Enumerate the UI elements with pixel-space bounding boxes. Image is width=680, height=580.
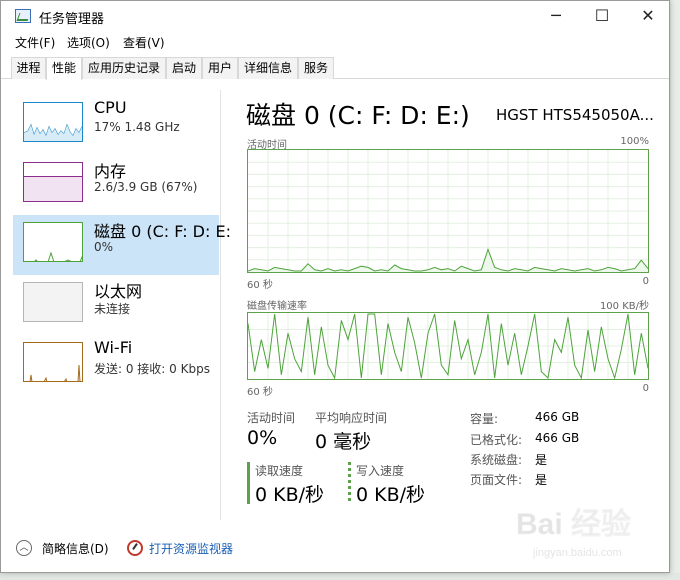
wifi-thumbnail-graph [23,342,83,382]
minimize-button[interactable]: ─ [533,1,579,31]
menu-bar: 文件(F) 选项(O) 查看(V) [1,31,669,53]
read-speed-bar [247,462,250,504]
read-speed-label: 读取速度 [255,464,304,478]
transfer-graph-label: 磁盘传输速率 [247,301,307,312]
performance-panel: CPU 17% 1.48 GHz 内存 2.6/3.9 GB (67%) 磁盘 … [1,80,669,528]
activity-time-chart [247,150,649,272]
transfer-graph-time: 60 秒 [247,387,273,398]
sidebar-cpu-usage: 17% 1.48 GHz [94,120,180,134]
watermark-subtext: jingyan.baidu.com [532,547,622,559]
transfer-rate-graph [247,312,649,380]
write-speed-label: 写入速度 [356,464,405,478]
system-disk-label: 系统磁盘: [470,453,523,467]
disk-thumbnail-graph [23,222,83,262]
disk-model: HGST HTS545050A... [496,106,654,124]
write-speed-bar [348,462,351,504]
sidebar-item-ethernet[interactable]: 以太网 未连接 [13,275,219,335]
task-manager-window: 任务管理器 ─ ☐ ✕ 文件(F) 选项(O) 查看(V) 进程 性能 应用历史… [0,0,670,573]
sidebar-wifi-name: Wi-Fi [94,338,133,357]
memory-thumbnail-graph [23,162,83,202]
formatted-value: 466 GB [535,431,580,445]
sidebar-disk-usage: 0% [94,240,114,254]
sidebar-item-disk[interactable]: 磁盘 0 (C: F: D: E: 0% [13,215,231,275]
baidu-watermark: Bai 经验 jingyan.baidu.com [511,496,669,566]
tab-bar: 进程 性能 应用历史记录 启动 用户 详细信息 服务 [1,55,669,80]
tab-performance[interactable]: 性能 [46,57,82,80]
fewer-details-link[interactable]: 简略信息(D) [42,540,109,557]
sidebar-cpu-name: CPU [94,98,127,117]
task-manager-icon [15,9,31,23]
resource-monitor-icon[interactable] [127,540,143,556]
transfer-graph-min: 0 [642,383,649,394]
cpu-thumbnail-graph [23,102,83,142]
title-bar[interactable]: 任务管理器 ─ ☐ ✕ [1,1,669,31]
close-button[interactable]: ✕ [625,1,669,31]
read-speed-value: 0 KB/秒 [255,484,325,506]
sidebar-ethernet-status: 未连接 [94,302,131,316]
menu-file[interactable]: 文件(F) [15,34,55,51]
transfer-graph-max: 100 KB/秒 [599,301,649,312]
desktop-background [671,0,680,580]
activity-time-graph [247,149,649,273]
activity-graph-time: 60 秒 [247,280,273,291]
formatted-label: 已格式化: [470,433,523,447]
response-time-value: 0 毫秒 [315,431,372,453]
response-time-label: 平均响应时间 [315,411,388,425]
sidebar-ethernet-name: 以太网 [94,282,143,301]
sidebar-item-cpu[interactable]: CPU 17% 1.48 GHz [13,95,219,155]
sidebar-disk-name: 磁盘 0 (C: F: D: E: [94,222,231,241]
active-time-label: 活动时间 [247,411,296,425]
ethernet-thumbnail-graph [23,282,83,322]
transfer-rate-chart [247,313,649,380]
capacity-label: 容量: [470,412,499,426]
tab-users[interactable]: 用户 [202,57,238,79]
menu-view[interactable]: 查看(V) [123,34,165,51]
activity-graph-min: 0 [642,276,649,287]
chevron-up-icon[interactable]: ︿ [16,540,32,556]
disk-detail-panel: 磁盘 0 (C: F: D: E:) HGST HTS545050A... 活动… [234,90,654,520]
activity-graph-max: 100% [620,136,649,147]
tab-startup[interactable]: 启动 [166,57,202,79]
tab-services[interactable]: 服务 [298,57,334,79]
system-disk-value: 是 [535,453,548,467]
resource-sidebar: CPU 17% 1.48 GHz 内存 2.6/3.9 GB (67%) 磁盘 … [13,90,231,520]
sidebar-memory-name: 内存 [94,162,127,181]
sidebar-memory-usage: 2.6/3.9 GB (67%) [94,180,198,194]
sidebar-item-memory[interactable]: 内存 2.6/3.9 GB (67%) [13,155,219,215]
sidebar-wifi-throughput: 发送: 0 接收: 0 Kbps [94,362,210,376]
write-speed-value: 0 KB/秒 [356,484,426,506]
window-title: 任务管理器 [39,12,105,27]
desktop-background-bottom [0,573,680,580]
tab-details[interactable]: 详细信息 [238,57,298,79]
watermark-text: Bai 经验 [516,507,631,541]
menu-options[interactable]: 选项(O) [67,34,110,51]
active-time-value: 0% [247,427,278,449]
capacity-value: 466 GB [535,410,580,424]
page-file-value: 是 [535,473,548,487]
sidebar-item-wifi[interactable]: Wi-Fi 发送: 0 接收: 0 Kbps [13,335,219,395]
tab-processes[interactable]: 进程 [11,57,46,79]
open-resource-monitor-link[interactable]: 打开资源监视器 [149,540,233,557]
page-file-label: 页面文件: [470,473,523,487]
maximize-button[interactable]: ☐ [579,1,625,31]
tab-app-history[interactable]: 应用历史记录 [82,57,166,79]
disk-title: 磁盘 0 (C: F: D: E:) [246,101,470,130]
